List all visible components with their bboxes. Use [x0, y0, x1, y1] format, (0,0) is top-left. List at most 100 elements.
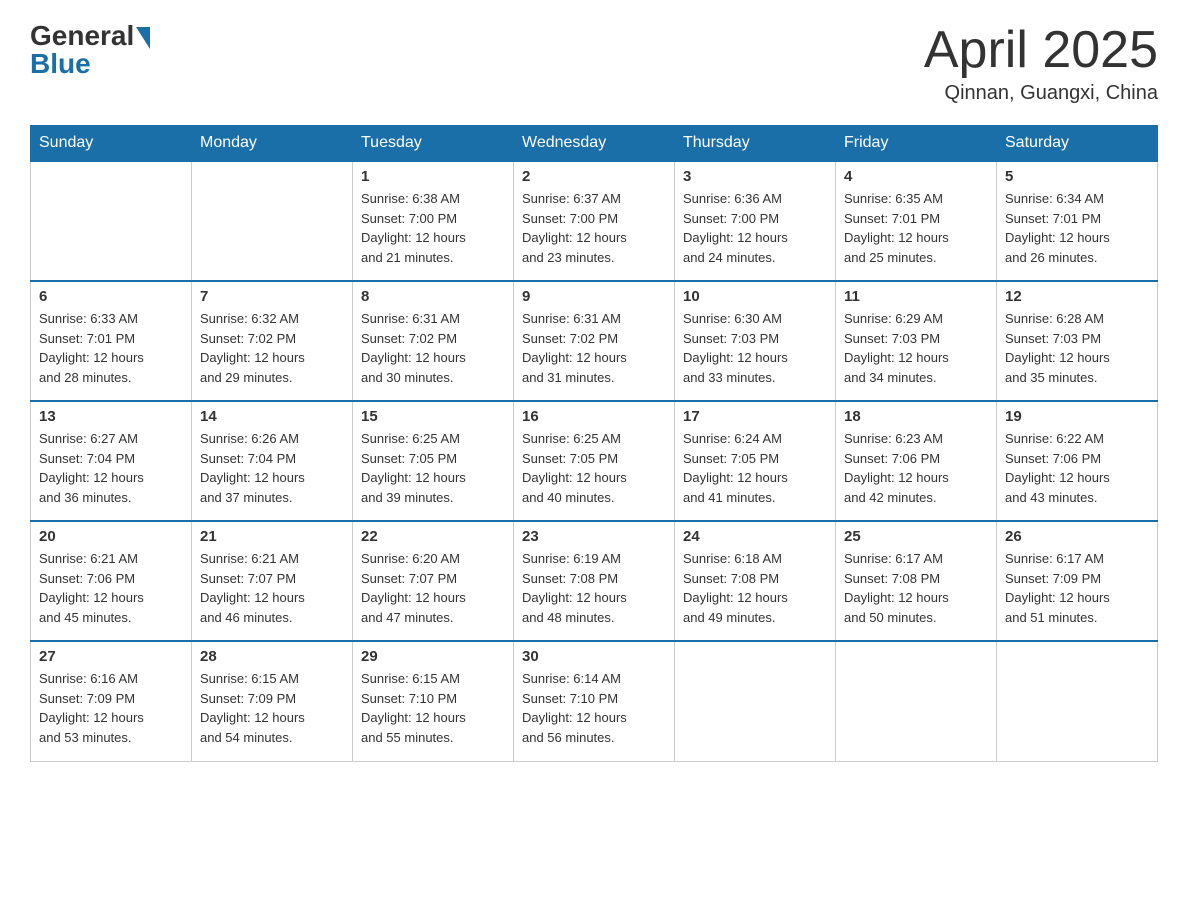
calendar-day-cell [192, 161, 353, 281]
day-number: 11 [844, 288, 988, 305]
day-of-week-header: Tuesday [353, 126, 514, 162]
day-number: 19 [1005, 408, 1149, 425]
day-info: Sunrise: 6:21 AMSunset: 7:07 PMDaylight:… [200, 549, 344, 627]
calendar-day-cell: 7Sunrise: 6:32 AMSunset: 7:02 PMDaylight… [192, 281, 353, 401]
calendar-day-cell: 15Sunrise: 6:25 AMSunset: 7:05 PMDayligh… [353, 401, 514, 521]
day-of-week-header: Sunday [31, 126, 192, 162]
day-number: 16 [522, 408, 666, 425]
day-info: Sunrise: 6:16 AMSunset: 7:09 PMDaylight:… [39, 669, 183, 747]
day-info: Sunrise: 6:36 AMSunset: 7:00 PMDaylight:… [683, 189, 827, 267]
calendar-day-cell: 4 Sunrise: 6:35 AMSunset: 7:01 PMDaylight… [836, 161, 997, 281]
calendar-day-cell: 8 Sunrise: 6:31 AMSunset: 7:02 PMDaylight… [353, 281, 514, 401]
calendar-day-cell: 2 Sunrise: 6:37 AMSunset: 7:00 PMDaylight… [514, 161, 675, 281]
day-info: Sunrise: 6:25 AMSunset: 7:05 PMDaylight:… [361, 429, 505, 507]
day-number: 28 [200, 648, 344, 665]
day-number: 29 [361, 648, 505, 665]
day-info: Sunrise: 6:14 AMSunset: 7:10 PMDaylight:… [522, 669, 666, 747]
calendar-day-cell: 21Sunrise: 6:21 AMSunset: 7:07 PMDayligh… [192, 521, 353, 641]
calendar-day-cell: 18 Sunrise: 6:23 AMSunset: 7:06 PMDayligh… [836, 401, 997, 521]
day-number: 30 [522, 648, 666, 665]
day-number: 2 [522, 168, 666, 185]
calendar-day-cell: 6 Sunrise: 6:33 AMSunset: 7:01 PMDaylight… [31, 281, 192, 401]
calendar-day-cell [31, 161, 192, 281]
day-of-week-header: Thursday [675, 126, 836, 162]
calendar-day-cell: 3Sunrise: 6:36 AMSunset: 7:00 PMDaylight… [675, 161, 836, 281]
day-number: 13 [39, 408, 183, 425]
day-number: 10 [683, 288, 827, 305]
day-info: Sunrise: 6:20 AMSunset: 7:07 PMDaylight:… [361, 549, 505, 627]
day-number: 5 [1005, 168, 1149, 185]
calendar-day-cell: 12Sunrise: 6:28 AMSunset: 7:03 PMDayligh… [997, 281, 1158, 401]
day-number: 18 [844, 408, 988, 425]
day-info: Sunrise: 6:17 AMSunset: 7:08 PMDaylight:… [844, 549, 988, 627]
calendar-day-cell: 20 Sunrise: 6:21 AMSunset: 7:06 PMDayligh… [31, 521, 192, 641]
day-info: Sunrise: 6:28 AMSunset: 7:03 PMDaylight:… [1005, 309, 1149, 387]
calendar-day-cell [675, 641, 836, 761]
day-number: 14 [200, 408, 344, 425]
calendar-day-cell: 19 Sunrise: 6:22 AMSunset: 7:06 PMDayligh… [997, 401, 1158, 521]
day-number: 17 [683, 408, 827, 425]
calendar-week-row: 27Sunrise: 6:16 AMSunset: 7:09 PMDayligh… [31, 641, 1158, 761]
day-info: Sunrise: 6:15 AMSunset: 7:10 PMDaylight:… [361, 669, 505, 747]
day-number: 25 [844, 528, 988, 545]
calendar-day-cell: 10 Sunrise: 6:30 AMSunset: 7:03 PMDayligh… [675, 281, 836, 401]
day-info: Sunrise: 6:17 AMSunset: 7:09 PMDaylight:… [1005, 549, 1149, 627]
calendar-week-row: 1Sunrise: 6:38 AMSunset: 7:00 PMDaylight… [31, 161, 1158, 281]
day-info: Sunrise: 6:33 AMSunset: 7:01 PMDaylight:… [39, 309, 183, 387]
calendar-day-cell: 9Sunrise: 6:31 AMSunset: 7:02 PMDaylight… [514, 281, 675, 401]
day-info: Sunrise: 6:15 AMSunset: 7:09 PMDaylight:… [200, 669, 344, 747]
day-number: 24 [683, 528, 827, 545]
calendar-day-cell: 30 Sunrise: 6:14 AMSunset: 7:10 PMDayligh… [514, 641, 675, 761]
calendar-header-row: SundayMondayTuesdayWednesdayThursdayFrid… [31, 126, 1158, 162]
day-info: Sunrise: 6:35 AMSunset: 7:01 PMDaylight:… [844, 189, 988, 267]
day-of-week-header: Friday [836, 126, 997, 162]
day-number: 26 [1005, 528, 1149, 545]
day-info: Sunrise: 6:30 AMSunset: 7:03 PMDaylight:… [683, 309, 827, 387]
calendar-day-cell: 27Sunrise: 6:16 AMSunset: 7:09 PMDayligh… [31, 641, 192, 761]
calendar-day-cell: 14 Sunrise: 6:26 AMSunset: 7:04 PMDayligh… [192, 401, 353, 521]
day-number: 22 [361, 528, 505, 545]
day-number: 6 [39, 288, 183, 305]
day-number: 4 [844, 168, 988, 185]
calendar-day-cell: 13 Sunrise: 6:27 AMSunset: 7:04 PMDayligh… [31, 401, 192, 521]
calendar-day-cell: 22 Sunrise: 6:20 AMSunset: 7:07 PMDayligh… [353, 521, 514, 641]
day-info: Sunrise: 6:18 AMSunset: 7:08 PMDaylight:… [683, 549, 827, 627]
calendar-day-cell: 26 Sunrise: 6:17 AMSunset: 7:09 PMDayligh… [997, 521, 1158, 641]
calendar-day-cell [997, 641, 1158, 761]
day-of-week-header: Wednesday [514, 126, 675, 162]
calendar-day-cell: 25 Sunrise: 6:17 AMSunset: 7:08 PMDayligh… [836, 521, 997, 641]
calendar-week-row: 20 Sunrise: 6:21 AMSunset: 7:06 PMDayligh… [31, 521, 1158, 641]
logo: General Blue [30, 20, 150, 80]
day-info: Sunrise: 6:31 AMSunset: 7:02 PMDaylight:… [522, 309, 666, 387]
day-info: Sunrise: 6:22 AMSunset: 7:06 PMDaylight:… [1005, 429, 1149, 507]
day-info: Sunrise: 6:27 AMSunset: 7:04 PMDaylight:… [39, 429, 183, 507]
calendar-day-cell: 28 Sunrise: 6:15 AMSunset: 7:09 PMDayligh… [192, 641, 353, 761]
calendar-day-cell: 1Sunrise: 6:38 AMSunset: 7:00 PMDaylight… [353, 161, 514, 281]
day-info: Sunrise: 6:29 AMSunset: 7:03 PMDaylight:… [844, 309, 988, 387]
calendar-week-row: 13 Sunrise: 6:27 AMSunset: 7:04 PMDayligh… [31, 401, 1158, 521]
day-info: Sunrise: 6:34 AMSunset: 7:01 PMDaylight:… [1005, 189, 1149, 267]
day-number: 23 [522, 528, 666, 545]
calendar-day-cell: 16 Sunrise: 6:25 AMSunset: 7:05 PMDayligh… [514, 401, 675, 521]
day-of-week-header: Saturday [997, 126, 1158, 162]
calendar-subtitle: Qinnan, Guangxi, China [924, 82, 1158, 105]
day-number: 8 [361, 288, 505, 305]
day-number: 1 [361, 168, 505, 185]
logo-blue-text: Blue [30, 48, 91, 80]
calendar-week-row: 6 Sunrise: 6:33 AMSunset: 7:01 PMDaylight… [31, 281, 1158, 401]
day-info: Sunrise: 6:37 AMSunset: 7:00 PMDaylight:… [522, 189, 666, 267]
day-info: Sunrise: 6:25 AMSunset: 7:05 PMDaylight:… [522, 429, 666, 507]
calendar-day-cell: 24 Sunrise: 6:18 AMSunset: 7:08 PMDayligh… [675, 521, 836, 641]
day-info: Sunrise: 6:26 AMSunset: 7:04 PMDaylight:… [200, 429, 344, 507]
day-info: Sunrise: 6:31 AMSunset: 7:02 PMDaylight:… [361, 309, 505, 387]
day-number: 7 [200, 288, 344, 305]
day-info: Sunrise: 6:23 AMSunset: 7:06 PMDaylight:… [844, 429, 988, 507]
calendar-table: SundayMondayTuesdayWednesdayThursdayFrid… [30, 125, 1158, 762]
page-header: General Blue April 2025 Qinnan, Guangxi,… [30, 20, 1158, 105]
title-area: April 2025 Qinnan, Guangxi, China [924, 20, 1158, 105]
calendar-day-cell: 11 Sunrise: 6:29 AMSunset: 7:03 PMDayligh… [836, 281, 997, 401]
day-info: Sunrise: 6:21 AMSunset: 7:06 PMDaylight:… [39, 549, 183, 627]
calendar-day-cell: 23Sunrise: 6:19 AMSunset: 7:08 PMDayligh… [514, 521, 675, 641]
calendar-title: April 2025 [924, 20, 1158, 80]
day-number: 20 [39, 528, 183, 545]
